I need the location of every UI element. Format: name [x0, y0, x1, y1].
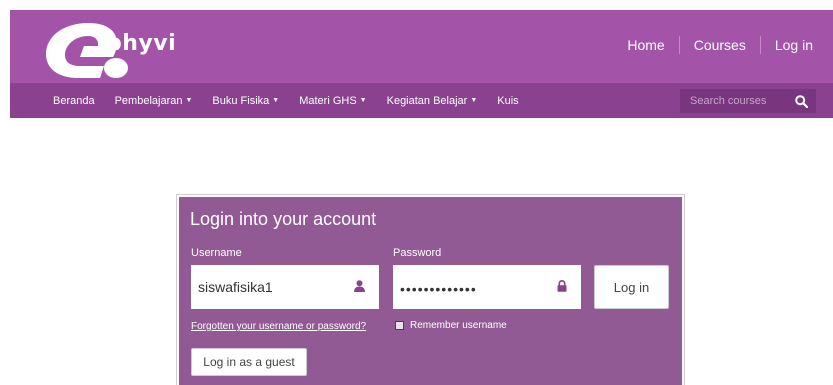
nav-item-beranda[interactable]: Beranda — [53, 95, 95, 107]
caret-down-icon: ▼ — [470, 96, 478, 104]
search-button[interactable] — [786, 89, 816, 113]
nav-item-label: Materi GHS — [299, 94, 357, 107]
username-label: Username — [191, 247, 242, 259]
nav-item-buku-fisika[interactable]: Buku Fisika ▼ — [212, 95, 279, 107]
nav-item-kegiatan-belajar[interactable]: Kegiatan Belajar ▼ — [387, 95, 478, 107]
nav-item-label: Beranda — [53, 94, 95, 107]
top-links: Home Courses Log in — [627, 36, 813, 54]
username-field[interactable]: siswafisika1 — [191, 265, 379, 309]
nav-item-label: Kuis — [497, 94, 519, 107]
password-label: Password — [393, 247, 442, 259]
remember-username-label: Remember username — [410, 320, 507, 331]
nav-item-label: Kegiatan Belajar — [386, 94, 468, 107]
remember-username-checkbox[interactable] — [395, 321, 404, 330]
courses-link[interactable]: Courses — [694, 37, 746, 53]
remember-username: Remember username — [395, 320, 507, 331]
password-field[interactable]: ••••••••••••• — [393, 265, 581, 309]
password-value: ••••••••••••• — [400, 281, 477, 297]
search-courses-input[interactable] — [680, 89, 786, 113]
lock-icon — [557, 280, 567, 292]
caret-down-icon: ▼ — [359, 96, 367, 104]
divider — [678, 36, 680, 54]
login-button[interactable]: Log in — [594, 265, 669, 309]
nav-item-pembelajaran[interactable]: Pembelajaran ▼ — [115, 95, 193, 107]
search-icon — [794, 94, 808, 108]
nav-item-kuis[interactable]: Kuis — [497, 95, 518, 107]
login-panel: Login into your account Username siswafi… — [177, 195, 684, 385]
caret-down-icon: ▼ — [185, 96, 193, 104]
nav-item-label: Pembelajaran — [114, 94, 183, 107]
divider — [759, 36, 761, 54]
forgot-password-link[interactable]: Forgotten your username or password? — [191, 321, 366, 332]
guest-login-button[interactable]: Log in as a guest — [191, 348, 307, 376]
home-link[interactable]: Home — [627, 37, 664, 53]
nav-item-label: Buku Fisika — [212, 94, 270, 107]
header-bar: phyvi Home Courses Log in — [10, 10, 833, 83]
nav-item-materi-ghs[interactable]: Materi GHS ▼ — [299, 95, 366, 107]
login-title: Login into your account — [190, 209, 377, 229]
logo-text: phyvi — [106, 31, 177, 56]
username-value: siswafisika1 — [198, 279, 273, 295]
nav-items: Beranda Pembelajaran ▼ Buku Fisika ▼ Mater… — [53, 83, 539, 118]
login-link[interactable]: Log in — [775, 37, 813, 53]
user-icon — [354, 280, 365, 292]
caret-down-icon: ▼ — [272, 96, 280, 104]
